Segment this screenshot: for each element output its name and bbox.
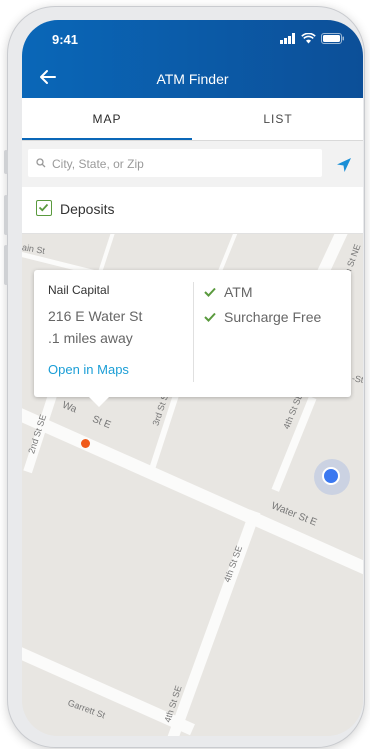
check-icon [204, 287, 216, 297]
feature-surcharge-free: Surcharge Free [204, 309, 321, 325]
street-label: -St [351, 373, 363, 385]
tab-list[interactable]: LIST [193, 98, 363, 140]
feature-label: ATM [224, 284, 253, 300]
street-label: Garrett St [66, 697, 107, 721]
search-icon [36, 158, 46, 168]
battery-icon [321, 32, 344, 44]
feature-atm: ATM [204, 284, 253, 300]
status-time: 9:41 [52, 32, 79, 47]
app-bar: 9:41 ATM Finder [22, 20, 363, 98]
atm-info-callout[interactable]: Nail Capital 216 E Water St .1 miles awa… [34, 270, 351, 407]
map-road [217, 234, 241, 273]
street-label: St E [90, 413, 113, 432]
wifi-icon [301, 32, 316, 43]
search-box[interactable] [28, 149, 322, 177]
map-view[interactable]: ain St Wa St E 2nd St SE 3rd St SE 4th S… [22, 234, 363, 736]
feature-label: Surcharge Free [224, 309, 322, 325]
atm-distance: .1 miles away [48, 330, 133, 346]
search-bar [22, 141, 363, 187]
check-icon [204, 312, 216, 322]
side-button [4, 245, 8, 285]
signal-icon [280, 32, 295, 44]
tab-map[interactable]: MAP [22, 98, 192, 140]
tab-bar: MAP LIST [22, 98, 363, 141]
open-in-maps-link[interactable]: Open in Maps [48, 362, 129, 377]
check-icon [38, 203, 49, 212]
side-button [4, 195, 8, 235]
location-arrow-icon[interactable] [334, 155, 354, 175]
deposits-checkbox[interactable] [36, 200, 52, 216]
street-label: Wa [60, 399, 79, 416]
atm-pin-marker[interactable] [81, 439, 90, 448]
map-road [164, 509, 261, 736]
page-title: ATM Finder [156, 71, 229, 87]
side-button [4, 150, 8, 174]
atm-name: Nail Capital [48, 283, 110, 297]
deposits-filter[interactable]: Deposits [22, 187, 363, 234]
screen: 9:41 ATM Finder MAP LIST Deposits [22, 20, 363, 736]
status-icons [280, 32, 345, 44]
callout-divider [193, 282, 194, 382]
map-road [22, 391, 363, 600]
current-location-dot [322, 467, 340, 485]
search-input[interactable] [50, 154, 314, 174]
atm-address: 216 E Water St [48, 308, 143, 324]
deposits-label: Deposits [60, 201, 115, 217]
